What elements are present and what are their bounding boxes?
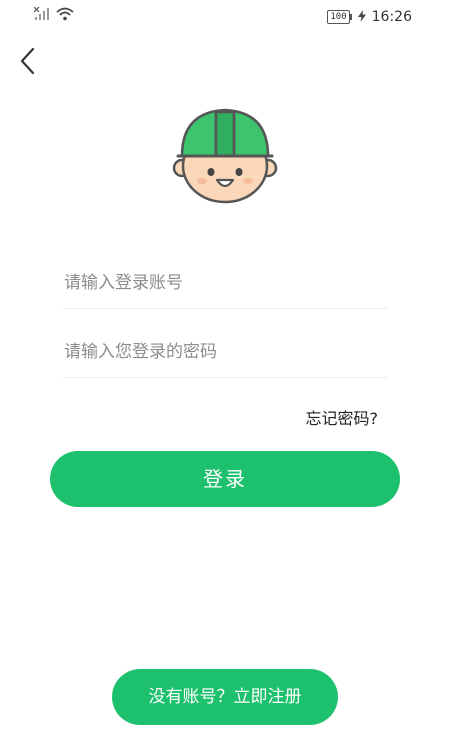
status-time: 16:26: [371, 8, 412, 25]
status-bar: 100 16:26: [0, 0, 450, 32]
battery-icon: 100: [327, 9, 352, 24]
account-field-row: [62, 258, 390, 309]
password-field-row: [62, 327, 390, 378]
login-button[interactable]: 登录: [50, 451, 400, 507]
worker-helmet-avatar: [170, 104, 280, 206]
charging-icon: [357, 7, 366, 26]
signal-icon: [33, 6, 50, 25]
login-screen: 100 16:26 请输入登录账号 忘记密码? 登录 没有账号？立即注册: [0, 0, 450, 750]
account-input[interactable]: [62, 258, 390, 308]
register-button[interactable]: 没有账号？立即注册: [112, 669, 338, 725]
password-input[interactable]: [62, 327, 390, 377]
status-left: [33, 6, 74, 25]
status-right: 100 16:26: [327, 7, 412, 26]
forgot-password-link[interactable]: 忘记密码?: [306, 405, 379, 429]
back-button[interactable]: [14, 44, 44, 78]
wifi-icon: [56, 6, 74, 25]
chevron-left-icon: [20, 47, 35, 75]
